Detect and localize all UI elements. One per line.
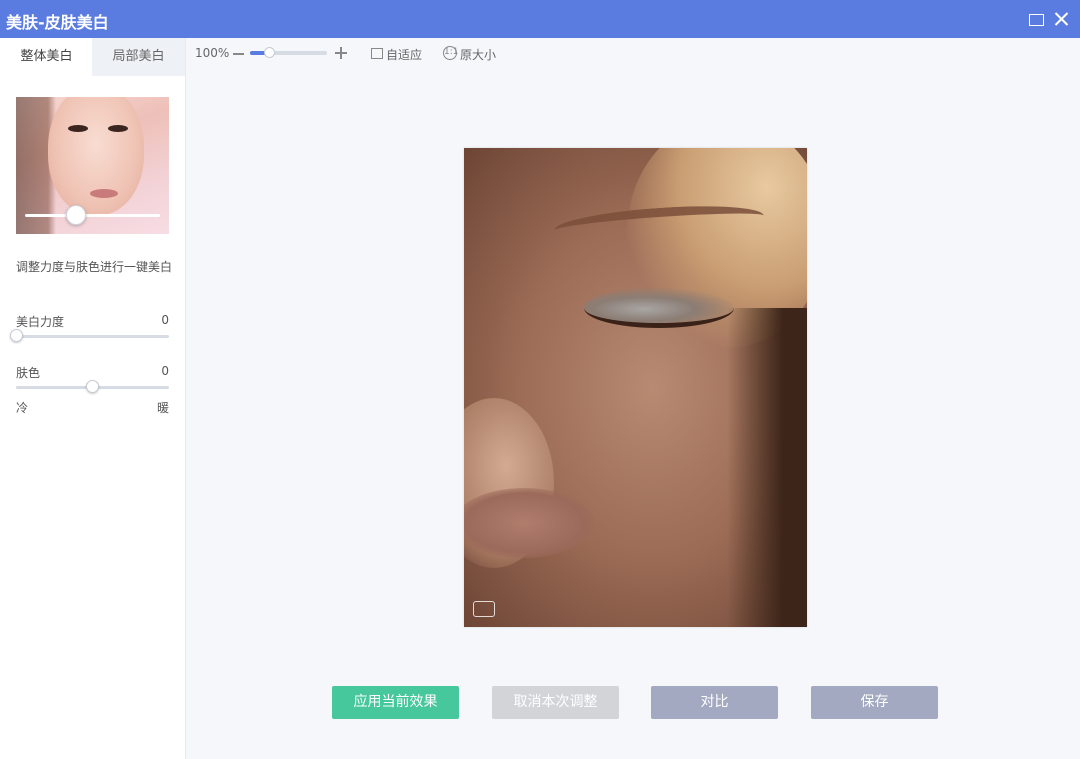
zoom-slider-knob[interactable] <box>264 47 276 58</box>
thumbnail-eye-left <box>68 125 88 132</box>
zoom-toolbar: 100% 自适应 1:1 原大小 <box>186 38 1080 70</box>
compare-button[interactable]: 对比 <box>651 686 778 719</box>
zoom-percent: 100% <box>195 46 230 60</box>
skin-tone-value: 0 <box>161 364 169 378</box>
save-button[interactable]: 保存 <box>811 686 938 719</box>
skin-tone-knob[interactable] <box>86 380 99 393</box>
description-text: 调整力度与肤色进行一键美白 <box>16 260 173 274</box>
fit-to-window-button[interactable]: 自适应 <box>386 46 422 63</box>
preview-thumbnail <box>16 97 169 234</box>
cancel-adjustment-button[interactable]: 取消本次调整 <box>492 686 619 719</box>
photo-shadow <box>727 308 807 627</box>
original-size-icon[interactable]: 1:1 <box>443 46 458 60</box>
whitening-strength-label: 美白力度 <box>16 315 65 329</box>
whitening-strength-track[interactable] <box>16 335 169 338</box>
title-bar: 美肤-皮肤美白 <box>0 0 1080 38</box>
close-icon[interactable] <box>1052 9 1072 29</box>
skin-tone-warm-label: 暖 <box>157 401 170 415</box>
tab-local-whitening[interactable]: 局部美白 <box>92 38 185 76</box>
tab-bar: 整体美白 局部美白 <box>0 38 185 76</box>
apply-effect-button[interactable]: 应用当前效果 <box>332 686 459 719</box>
thumbnail-slider-knob[interactable] <box>66 205 87 225</box>
zoom-slider-track[interactable] <box>250 51 327 55</box>
photo-eye <box>584 288 734 328</box>
sidebar: 整体美白 局部美白 调整力度与肤色进行一键美白 美白力度 0 肤色 0 冷 暖 <box>0 38 186 759</box>
skin-tone-label: 肤色 <box>16 366 41 380</box>
image-canvas: 100% 自适应 1:1 原大小 <box>186 38 1080 759</box>
whitening-strength-value: 0 <box>161 313 169 327</box>
maximize-icon[interactable] <box>1026 9 1046 29</box>
photo-lips <box>464 488 594 558</box>
thumbnail-slider-track <box>25 214 160 217</box>
whitening-strength-knob[interactable] <box>9 329 23 342</box>
skin-tone-cold-label: 冷 <box>16 401 29 415</box>
edited-photo <box>464 148 807 627</box>
watermark-logo <box>473 601 495 617</box>
original-size-button[interactable]: 原大小 <box>460 46 496 63</box>
tab-whole-whitening[interactable]: 整体美白 <box>0 38 93 76</box>
thumbnail-eye-right <box>108 125 128 132</box>
zoom-minus-icon[interactable] <box>233 53 244 55</box>
window-title: 美肤-皮肤美白 <box>6 13 109 32</box>
fit-icon[interactable] <box>369 46 384 60</box>
zoom-plus-icon[interactable] <box>335 47 347 59</box>
thumbnail-lips <box>90 189 118 198</box>
